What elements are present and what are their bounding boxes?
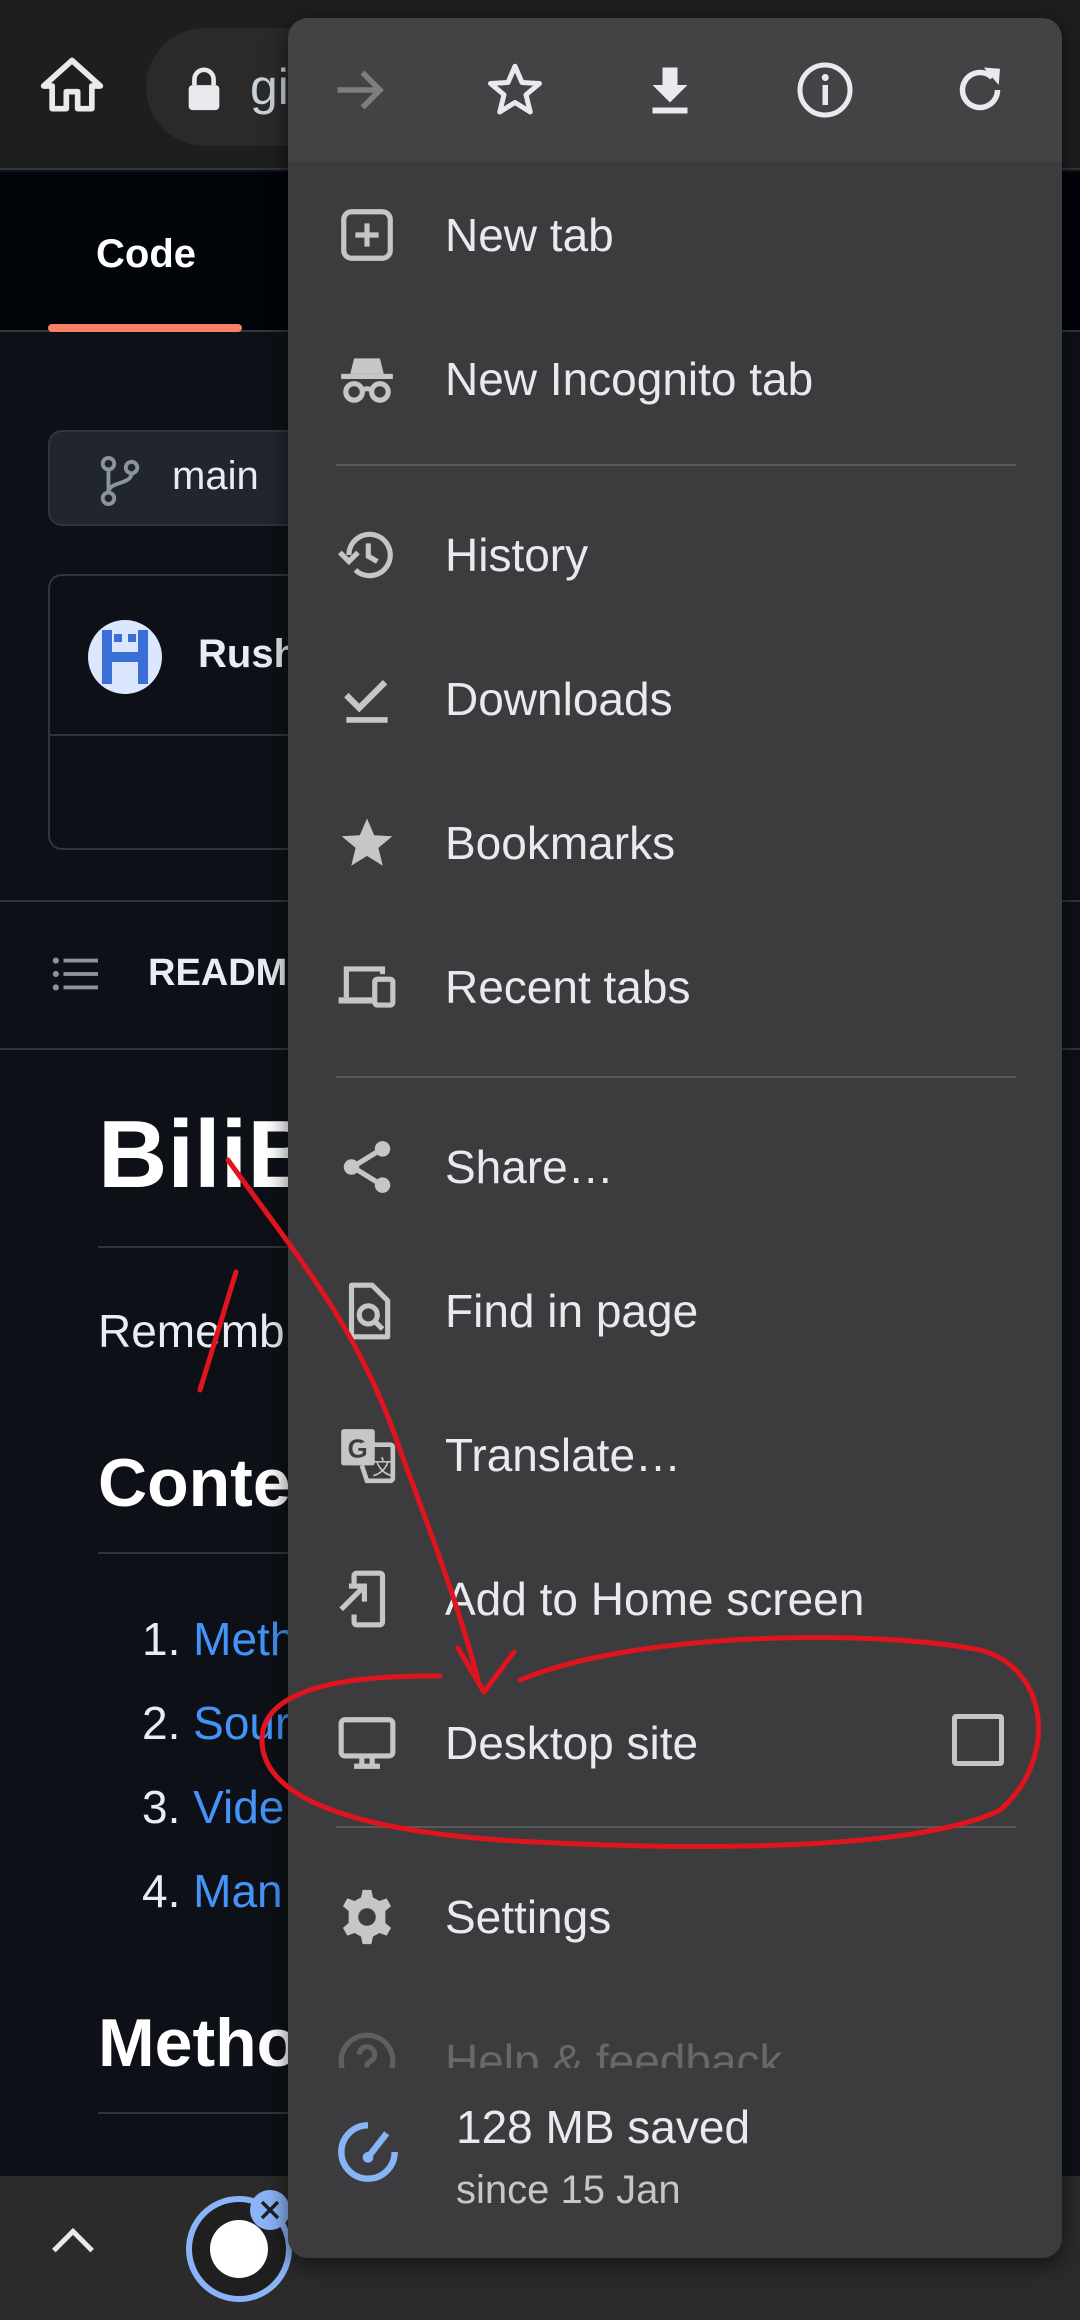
menu-item-new-incognito-tab[interactable]: New Incognito tab xyxy=(288,306,1062,450)
close-icon[interactable] xyxy=(250,2190,290,2230)
download-icon[interactable] xyxy=(640,60,700,120)
menu-toolbar xyxy=(288,18,1062,162)
list-icon[interactable] xyxy=(52,954,98,994)
menu-item-label: New tab xyxy=(445,209,614,261)
menu-item-help-feedback[interactable]: Help & feedback xyxy=(288,1988,1062,2068)
share-icon xyxy=(343,1141,391,1193)
incognito-icon xyxy=(341,358,393,403)
tab-code[interactable]: Code xyxy=(96,232,196,277)
toc-link[interactable]: Sour xyxy=(193,1697,290,1749)
desktop-icon xyxy=(338,1717,396,1769)
forward-icon[interactable] xyxy=(330,60,390,120)
menu-divider xyxy=(336,1076,1016,1078)
screen: gi Code s main Rush READM BiliB Rememb C… xyxy=(0,0,1080,2320)
new-tab-icon xyxy=(341,209,393,261)
desktop-site-checkbox[interactable] xyxy=(952,1714,1004,1766)
home-icon[interactable] xyxy=(38,52,106,120)
readme-label: READM xyxy=(148,952,288,994)
commit-author[interactable]: Rush xyxy=(198,632,298,677)
menu-item-label: Downloads xyxy=(445,673,673,725)
help-icon xyxy=(338,2032,396,2068)
bookmarks-icon xyxy=(341,818,393,866)
data-saver-gauge-icon xyxy=(338,2122,398,2182)
toc-item: 4. Man xyxy=(142,1865,283,1917)
downloads-icon xyxy=(344,680,388,723)
find-in-page-icon xyxy=(348,1282,391,1340)
refresh-icon[interactable] xyxy=(950,60,1010,120)
chevron-up-icon[interactable] xyxy=(50,2226,96,2256)
tab-favicon xyxy=(210,2220,268,2278)
data-saver-subtitle: since 15 Jan xyxy=(456,2168,681,2212)
avatar[interactable] xyxy=(88,620,162,694)
url-text: gi xyxy=(250,59,289,115)
menu-item-label: Translate… xyxy=(445,1429,682,1481)
menu-item-history[interactable]: History xyxy=(288,482,1062,626)
readme-title: BiliB xyxy=(98,1101,317,1208)
menu-item-label: Help & feedback xyxy=(445,2035,783,2068)
git-branch-icon xyxy=(100,456,140,506)
toc-link[interactable]: Vide xyxy=(193,1781,284,1833)
contents-heading: Conte xyxy=(98,1445,291,1521)
menu-divider xyxy=(336,1826,1016,1828)
menu-item-translate[interactable]: G文 Translate… xyxy=(288,1382,1062,1526)
menu-item-label: New Incognito tab xyxy=(445,353,814,405)
menu-item-label: Recent tabs xyxy=(445,961,691,1013)
toc-item: 3. Vide xyxy=(142,1781,285,1833)
branch-label: main xyxy=(172,454,259,498)
menu-item-label: Settings xyxy=(445,1891,612,1943)
menu-item-label: Find in page xyxy=(445,1285,699,1337)
menu-item-recent-tabs[interactable]: Recent tabs xyxy=(288,914,1062,1058)
overflow-menu: New tab New Incognito tab History Downlo… xyxy=(288,18,1062,2258)
data-saver-summary[interactable]: 128 MB saved since 15 Jan xyxy=(288,2068,1062,2258)
data-saver-title: 128 MB saved xyxy=(456,2101,751,2153)
toc-link[interactable]: Meth xyxy=(193,1613,295,1665)
menu-item-label: History xyxy=(445,529,589,581)
tab-code-underline xyxy=(48,324,242,332)
add-to-home-icon xyxy=(339,1570,386,1628)
menu-item-label: Desktop site xyxy=(445,1717,699,1769)
readme-paragraph: Rememb xyxy=(98,1305,285,1357)
menu-divider xyxy=(336,464,1016,466)
menu-item-bookmarks[interactable]: Bookmarks xyxy=(288,770,1062,914)
info-icon[interactable] xyxy=(795,60,855,120)
method-heading: Metho xyxy=(98,2005,299,2081)
menu-item-share[interactable]: Share… xyxy=(288,1094,1062,1238)
toc-link[interactable]: Man xyxy=(193,1865,282,1917)
lock-icon xyxy=(188,67,220,111)
svg-text:文: 文 xyxy=(372,1455,393,1479)
translate-icon: G文 xyxy=(341,1429,396,1484)
menu-item-settings[interactable]: Settings xyxy=(288,1844,1062,1988)
menu-item-label: Add to Home screen xyxy=(445,1573,865,1625)
menu-item-add-to-home-screen[interactable]: Add to Home screen xyxy=(288,1526,1062,1670)
svg-text:G: G xyxy=(348,1436,368,1464)
menu-item-label: Share… xyxy=(445,1141,614,1193)
settings-icon xyxy=(342,1889,392,1945)
menu-item-downloads[interactable]: Downloads xyxy=(288,626,1062,770)
toc-item: 1. Meth xyxy=(142,1613,296,1665)
menu-item-new-tab[interactable]: New tab xyxy=(288,162,1062,306)
history-icon xyxy=(338,531,393,579)
toc-item: 2. Sour xyxy=(142,1697,291,1749)
menu-item-label: Bookmarks xyxy=(445,817,676,869)
bookmark-star-icon[interactable] xyxy=(485,60,545,120)
menu-item-find-in-page[interactable]: Find in page xyxy=(288,1238,1062,1382)
menu-item-desktop-site[interactable]: Desktop site xyxy=(288,1670,1062,1814)
recent-tabs-icon xyxy=(338,966,396,1008)
